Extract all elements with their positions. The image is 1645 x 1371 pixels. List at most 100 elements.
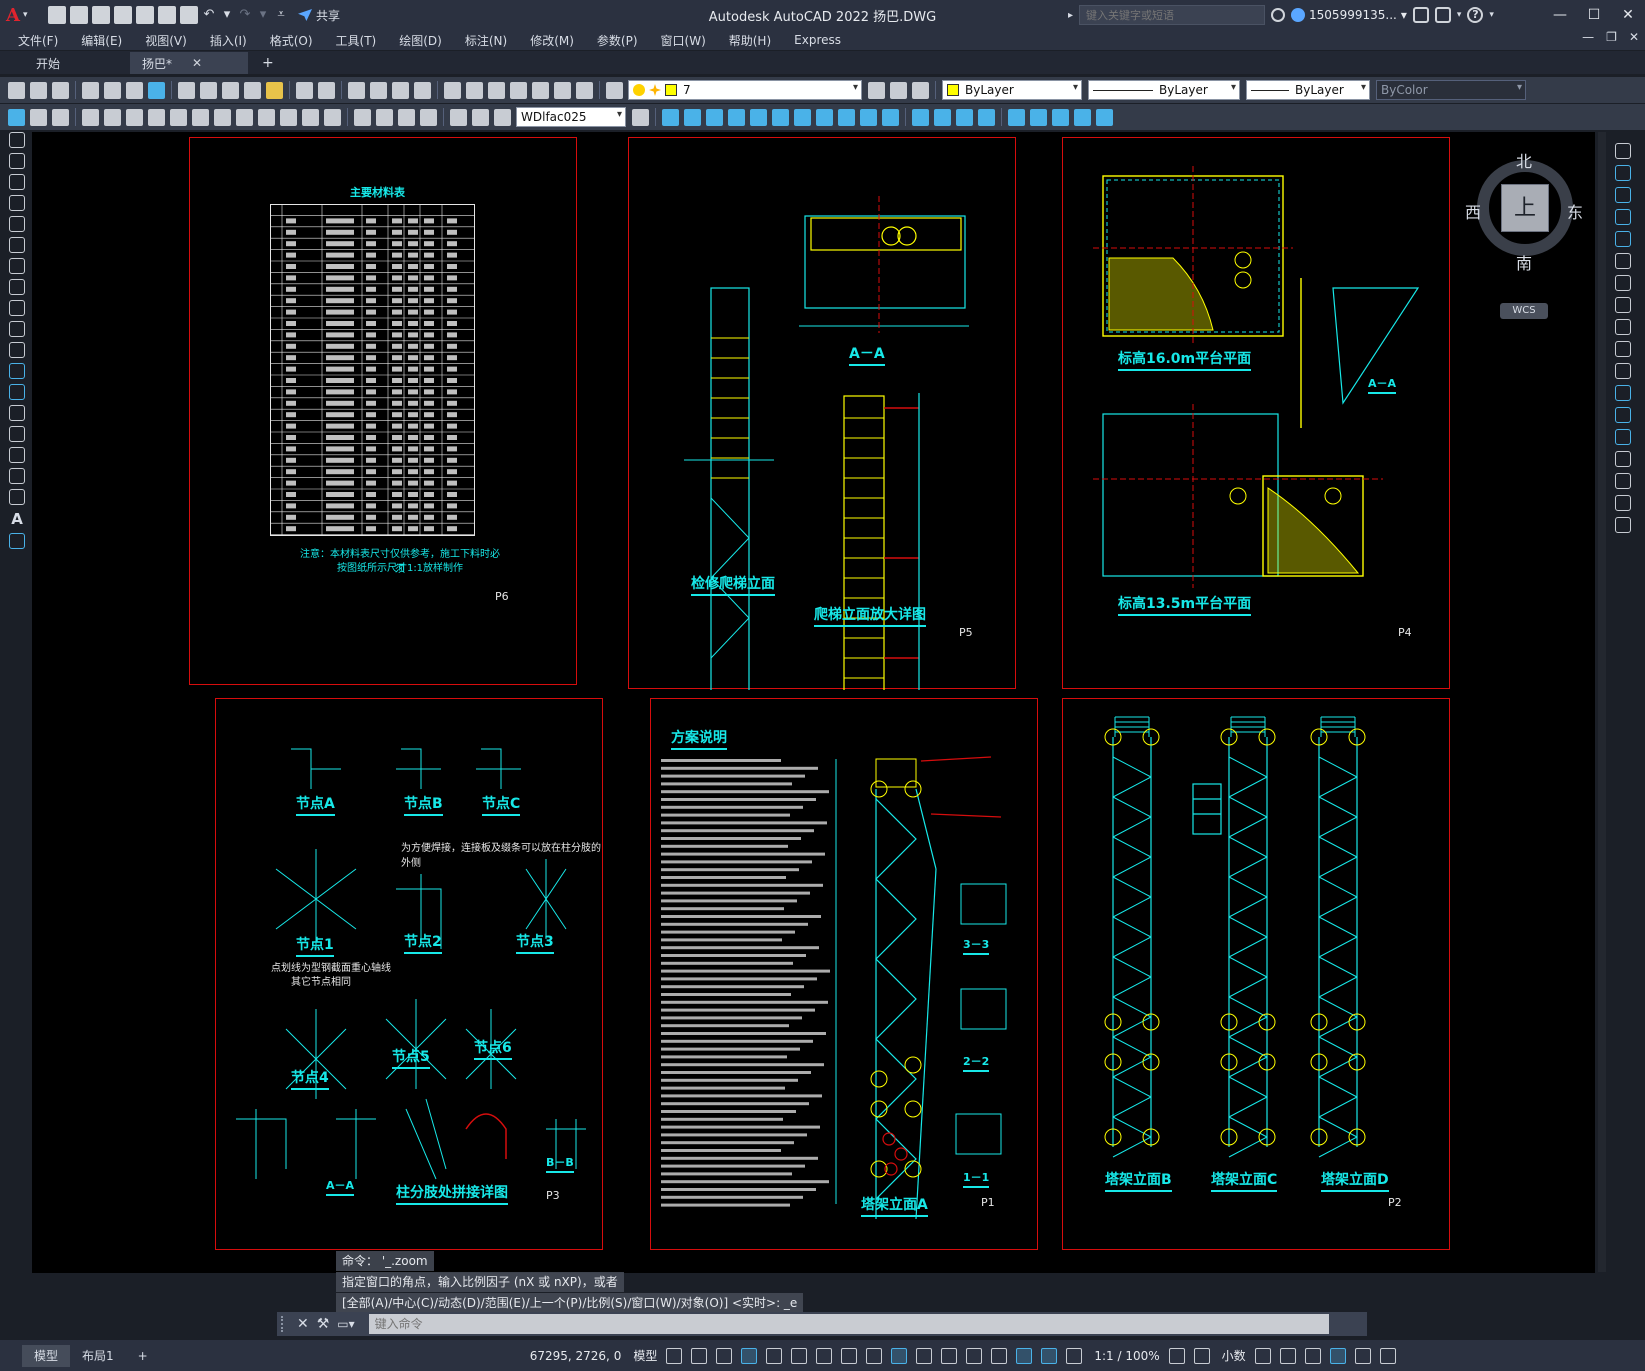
app-menu-button[interactable]: A ▾: [6, 4, 32, 26]
close-icon[interactable]: ✕: [297, 1316, 309, 1332]
ellipse-arc-icon[interactable]: [9, 342, 25, 358]
polyline-icon[interactable]: [9, 174, 25, 190]
customize-qat-icon[interactable]: ⩡: [274, 6, 288, 24]
fillet-icon[interactable]: [1615, 473, 1631, 489]
save-web-icon[interactable]: [158, 6, 176, 24]
viewcube-top-face[interactable]: 上: [1501, 184, 1549, 232]
3d-array-icon[interactable]: [1074, 108, 1091, 126]
dim-break-icon[interactable]: [324, 108, 341, 126]
join-icon[interactable]: [1615, 429, 1631, 445]
auto-scale-icon[interactable]: [1066, 1347, 1083, 1364]
close-icon[interactable]: ✕: [1611, 0, 1645, 30]
open-icon[interactable]: [70, 6, 88, 24]
tool-palettes-icon[interactable]: [488, 81, 505, 99]
tab-layout1[interactable]: 布局1: [70, 1345, 126, 1367]
revolve-icon[interactable]: [838, 108, 855, 126]
redo-icon[interactable]: [318, 81, 335, 99]
snap-mode-icon[interactable]: [691, 1347, 708, 1364]
dim-text-edit-icon[interactable]: [472, 108, 489, 126]
dim-style-icon[interactable]: [632, 108, 649, 126]
polar-tracking-icon[interactable]: [766, 1347, 783, 1364]
compass-east[interactable]: 东: [1567, 199, 1583, 223]
intersect-icon[interactable]: [956, 108, 973, 126]
diameter-icon[interactable]: [192, 108, 209, 126]
drawing-restore-icon[interactable]: ❐: [1606, 30, 1617, 44]
graphics-performance-icon[interactable]: [1329, 1347, 1346, 1364]
wcs-menu[interactable]: WCS: [1500, 303, 1548, 319]
3d-move-icon[interactable]: [1008, 108, 1025, 126]
extend-icon[interactable]: [1615, 363, 1631, 379]
publish-icon[interactable]: [126, 81, 143, 99]
layer-properties-icon[interactable]: [606, 81, 623, 99]
object-snap-tracking-icon[interactable]: [816, 1347, 833, 1364]
viewcube[interactable]: 上 北 南 东 西: [1465, 148, 1585, 273]
rotate-icon[interactable]: [1615, 275, 1631, 291]
gradient-icon[interactable]: [9, 447, 25, 463]
calculator-icon[interactable]: [554, 81, 571, 99]
menu-window[interactable]: 窗口(W): [661, 32, 706, 49]
cylinder-icon[interactable]: [706, 108, 723, 126]
aligned-dim-icon[interactable]: [30, 108, 47, 126]
minimize-icon[interactable]: —: [1543, 0, 1577, 30]
menu-tools[interactable]: 工具(T): [336, 32, 377, 49]
units-dropdown[interactable]: 小数: [1222, 1347, 1246, 1364]
dim-edit-icon[interactable]: [450, 108, 467, 126]
scale-icon[interactable]: [1615, 297, 1631, 313]
plot-icon[interactable]: [180, 6, 198, 24]
save-icon[interactable]: [92, 6, 110, 24]
ellipse-icon[interactable]: [9, 321, 25, 337]
new-tab-button[interactable]: +: [262, 52, 274, 74]
annotation-visibility-icon[interactable]: [1041, 1347, 1058, 1364]
help-icon[interactable]: ?: [1467, 7, 1484, 23]
lock-ui-icon[interactable]: [1279, 1347, 1296, 1364]
offset-icon[interactable]: [1615, 209, 1631, 225]
block-editor-icon[interactable]: [266, 81, 283, 99]
recent-commands-icon[interactable]: ▭▾: [337, 1317, 354, 1331]
menu-edit[interactable]: 编辑(E): [81, 32, 122, 49]
undo-icon[interactable]: [296, 81, 313, 99]
lineweight-dropdown[interactable]: ByLayer ▾: [1246, 80, 1370, 100]
drawing-minimize-icon[interactable]: —: [1582, 30, 1594, 44]
sheet-set-icon[interactable]: [510, 81, 527, 99]
help-icon[interactable]: [576, 81, 593, 99]
lineweight-icon[interactable]: [866, 1347, 883, 1364]
new-icon[interactable]: [8, 81, 25, 99]
menu-dimension[interactable]: 标注(N): [465, 32, 507, 49]
ortho-icon[interactable]: [741, 1347, 758, 1364]
compass-west[interactable]: 西: [1465, 199, 1481, 223]
undo-icon[interactable]: ↶: [202, 6, 216, 24]
loft-icon[interactable]: [882, 108, 899, 126]
selection-cycling-icon[interactable]: [916, 1347, 933, 1364]
layer-previous-icon[interactable]: [890, 81, 907, 99]
workspace-gear-icon[interactable]: [1168, 1347, 1185, 1364]
search-expand-icon[interactable]: ▸: [1068, 10, 1073, 21]
dim-space-icon[interactable]: [302, 108, 319, 126]
erase-icon[interactable]: [1615, 143, 1631, 159]
cut-icon[interactable]: [178, 81, 195, 99]
3d-mirror-icon[interactable]: [1096, 108, 1113, 126]
3d-print-icon[interactable]: [148, 81, 165, 99]
make-block-icon[interactable]: [9, 384, 25, 400]
menu-modify[interactable]: 修改(M): [530, 32, 574, 49]
command-line-grip[interactable]: [281, 1316, 289, 1332]
dim-aligned-icon[interactable]: [104, 108, 121, 126]
plot-preview-icon[interactable]: [104, 81, 121, 99]
quick-dim-icon[interactable]: [236, 108, 253, 126]
explode-icon[interactable]: [1615, 517, 1631, 533]
construction-line-icon[interactable]: [9, 153, 25, 169]
move-icon[interactable]: [1615, 253, 1631, 269]
user-menu[interactable]: 1505999135... ▾: [1291, 8, 1407, 22]
array-icon[interactable]: [1615, 231, 1631, 247]
save-icon[interactable]: [52, 81, 69, 99]
stretch-icon[interactable]: [1615, 319, 1631, 335]
dim-linear-icon[interactable]: [82, 108, 99, 126]
pyramid-icon[interactable]: [794, 108, 811, 126]
polygon-icon[interactable]: [9, 195, 25, 211]
menu-express[interactable]: Express: [794, 33, 841, 47]
markup-icon[interactable]: [532, 81, 549, 99]
annotation-monitor-icon[interactable]: [1193, 1347, 1210, 1364]
gizmo-icon[interactable]: [1016, 1347, 1033, 1364]
rectangle-icon[interactable]: [9, 216, 25, 232]
infer-constraints-icon[interactable]: [716, 1347, 733, 1364]
copy-icon[interactable]: [200, 81, 217, 99]
